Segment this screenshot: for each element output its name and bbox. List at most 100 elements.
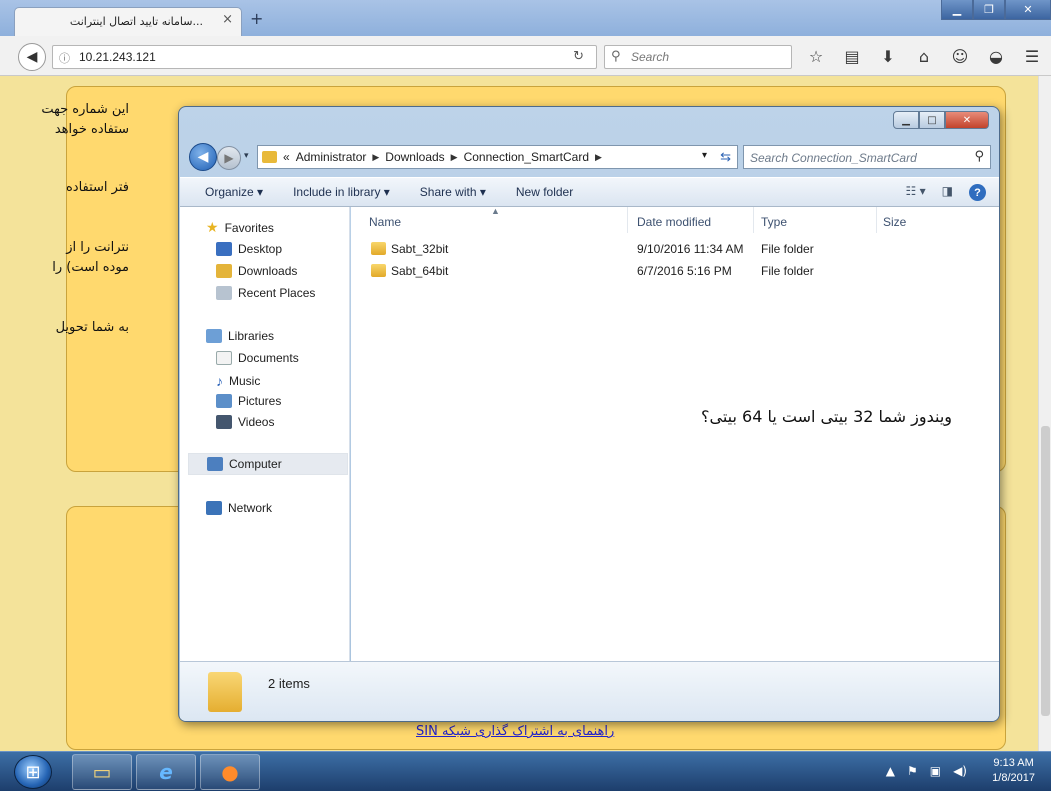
nav-item-videos[interactable]: Videos <box>216 415 274 429</box>
breadcrumb-overflow[interactable]: « <box>283 150 290 164</box>
music-note-icon: ♪ <box>216 373 223 389</box>
menu-icon[interactable]: ☰ <box>1022 46 1042 66</box>
explorer-back-icon[interactable]: ◀ <box>189 143 217 171</box>
view-controls: ☷ ▾ ◨ ? <box>906 184 986 201</box>
nav-item-desktop[interactable]: Desktop <box>216 242 282 256</box>
include-in-library-button[interactable]: Include in library ▾ <box>293 185 390 199</box>
firefox-taskbar-button[interactable]: ● <box>200 754 260 790</box>
explorer-window: ▁ □ ✕ ◀ ▶ ▾ « Administrator ▶ Downloads … <box>178 106 1000 722</box>
breadcrumb-item-administrator[interactable]: Administrator <box>296 150 367 164</box>
nav-item-computer[interactable]: Computer <box>188 453 348 475</box>
breadcrumb-separator-icon[interactable]: ▶ <box>372 152 379 163</box>
system-tray: ▲ ⚑ ▣ ◀) <box>886 764 967 778</box>
reload-icon[interactable]: ↻ <box>573 49 584 64</box>
nav-item-favorites[interactable]: ★ Favorites <box>206 219 274 236</box>
breadcrumb-item-connection-smartcard[interactable]: Connection_SmartCard <box>464 150 589 164</box>
start-button[interactable]: ⊞ <box>14 755 52 789</box>
address-dropdown-icon[interactable]: ▾ <box>702 150 707 161</box>
libraries-icon <box>206 329 222 343</box>
clock-date: 1/8/2017 <box>992 772 1035 784</box>
nav-item-recent-places[interactable]: Recent Places <box>216 286 315 300</box>
network-icon <box>206 501 222 515</box>
nav-item-pictures[interactable]: Pictures <box>216 394 281 408</box>
volume-icon[interactable]: ◀) <box>953 764 967 778</box>
home-icon[interactable]: ⌂ <box>914 46 934 66</box>
download-icon[interactable]: ⬇ <box>878 46 898 66</box>
info-icon[interactable]: ⓘ <box>59 50 70 66</box>
maximize-button[interactable]: ❐ <box>973 0 1005 20</box>
chat-icon[interactable]: ☺ <box>950 46 970 66</box>
bookmark-star-icon[interactable]: ☆ <box>806 46 826 66</box>
page-scrollbar[interactable] <box>1038 76 1051 752</box>
file-row[interactable]: Sabt_32bit 9/10/2016 11:34 AM File folde… <box>367 239 967 259</box>
column-divider[interactable] <box>627 207 628 233</box>
nav-item-libraries[interactable]: Libraries <box>206 329 274 343</box>
explorer-close-button[interactable]: ✕ <box>945 111 989 129</box>
refresh-icon[interactable]: ⇆ <box>720 149 731 165</box>
file-date: 6/7/2016 5:16 PM <box>637 264 732 278</box>
breadcrumb-separator-icon[interactable]: ▶ <box>595 152 602 163</box>
column-header-size[interactable]: Size <box>883 215 906 229</box>
nav-item-label: Computer <box>229 457 282 471</box>
pocket-icon[interactable]: ◒ <box>986 46 1006 66</box>
organize-button[interactable]: Organize ▾ <box>205 185 263 199</box>
folder-icon <box>371 242 386 255</box>
desktop-icon <box>216 242 232 256</box>
recent-pages-chevron-icon[interactable]: ▾ <box>244 151 249 161</box>
explorer-search-input[interactable]: Search Connection_SmartCard ⚲ <box>743 145 991 169</box>
file-row[interactable]: Sabt_64bit 6/7/2016 5:16 PM File folder <box>367 261 967 281</box>
url-text[interactable]: 10.21.243.121 <box>79 50 156 64</box>
breadcrumb-separator-icon[interactable]: ▶ <box>451 152 458 163</box>
downloads-folder-icon <box>216 264 232 278</box>
share-with-button[interactable]: Share with ▾ <box>420 185 486 199</box>
internet-explorer-icon: e <box>159 760 173 784</box>
explorer-window-controls: ▁ □ ✕ <box>893 111 989 129</box>
explorer-maximize-button[interactable]: □ <box>919 111 945 129</box>
show-hidden-icons-icon[interactable]: ▲ <box>886 764 895 778</box>
minimize-button[interactable]: ▁ <box>941 0 973 20</box>
column-divider[interactable] <box>753 207 754 233</box>
file-type: File folder <box>761 264 814 278</box>
new-folder-button[interactable]: New folder <box>516 185 573 199</box>
sin-sharing-guide-link[interactable]: راهنمای به اشتراک گذاری شبکه SIN <box>416 724 614 739</box>
reading-list-icon[interactable]: ▤ <box>842 46 862 66</box>
nav-item-downloads[interactable]: Downloads <box>216 264 297 278</box>
network-tray-icon[interactable]: ▣ <box>930 764 941 778</box>
bitness-question-annotation: ویندوز شما 32 بیتی است یا 64 بیتی؟ <box>701 407 952 426</box>
tab-close-icon[interactable]: × <box>222 12 233 27</box>
scrollbar-thumb[interactable] <box>1041 426 1050 716</box>
browser-search-input[interactable]: ⚲ Search <box>604 45 792 69</box>
nav-item-network[interactable]: Network <box>206 501 272 515</box>
nav-item-label: Downloads <box>238 264 298 278</box>
explorer-forward-icon[interactable]: ▶ <box>217 146 241 170</box>
explorer-address-bar[interactable]: « Administrator ▶ Downloads ▶ Connection… <box>257 145 738 169</box>
column-divider[interactable] <box>876 207 877 233</box>
column-header-date[interactable]: Date modified <box>637 215 711 229</box>
back-arrow-icon[interactable]: ◀ <box>18 43 46 71</box>
breadcrumb-item-downloads[interactable]: Downloads <box>385 150 444 164</box>
file-type: File folder <box>761 242 814 256</box>
column-header-name[interactable]: Name <box>369 215 401 229</box>
ie-taskbar-button[interactable]: e <box>136 754 196 790</box>
close-button[interactable]: ✕ <box>1005 0 1051 20</box>
action-center-icon[interactable]: ⚑ <box>907 764 918 778</box>
help-icon[interactable]: ? <box>969 184 986 201</box>
column-header-type[interactable]: Type <box>761 215 787 229</box>
change-view-icon[interactable]: ☷ ▾ <box>906 184 926 201</box>
system-clock[interactable]: 9:13 AM 1/8/2017 <box>992 756 1035 786</box>
browser-tab[interactable]: ...سامانه تایید اتصال اینترانت × <box>14 7 242 36</box>
search-icon[interactable]: ⚲ <box>974 149 984 164</box>
url-bar[interactable]: ⓘ 10.21.243.121 ↻ <box>52 45 597 69</box>
new-tab-button[interactable]: + <box>250 9 263 28</box>
nav-item-music[interactable]: ♪ Music <box>216 373 260 389</box>
file-name: Sabt_64bit <box>391 264 449 278</box>
folder-icon <box>208 672 242 712</box>
nav-item-label: Desktop <box>238 242 283 256</box>
taskbar: ⊞ ▭ e ● ▲ ⚑ ▣ ◀) 9:13 AM 1/8/2017 <box>0 751 1051 791</box>
nav-item-documents[interactable]: Documents <box>216 351 299 365</box>
explorer-minimize-button[interactable]: ▁ <box>893 111 919 129</box>
details-pane: 2 items <box>180 661 999 721</box>
documents-icon <box>216 351 232 365</box>
preview-pane-icon[interactable]: ◨ <box>942 184 953 201</box>
explorer-taskbar-button[interactable]: ▭ <box>72 754 132 790</box>
